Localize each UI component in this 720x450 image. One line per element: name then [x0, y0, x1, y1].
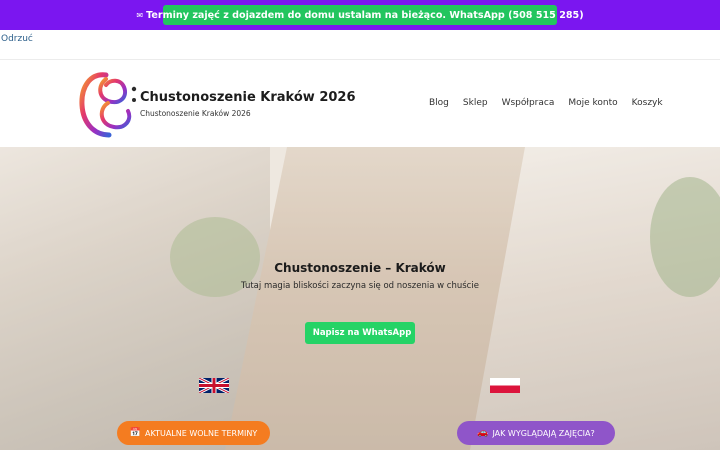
- dismiss-row: Odrzuć: [0, 30, 720, 60]
- notice-pill[interactable]: ✉ Terminy zajęć z dojazdem do domu ustal…: [136, 5, 584, 25]
- uk-flag-icon[interactable]: [199, 378, 229, 393]
- nav-item-shop[interactable]: Sklep: [463, 98, 488, 108]
- nav-item-cart[interactable]: Koszyk: [632, 98, 663, 108]
- hero-section: Chustonoszenie – Kraków Tutaj magia blis…: [0, 147, 720, 450]
- notice-text: Terminy zajęć z dojazdem do domu ustalam…: [146, 9, 584, 21]
- site-tagline: Chustonoszenie Kraków 2026: [140, 109, 251, 118]
- site-header: Chustonoszenie Kraków 2026 Chustonoszeni…: [0, 61, 720, 147]
- site-title[interactable]: Chustonoszenie Kraków 2026: [140, 90, 356, 105]
- car-icon: 🚗: [477, 428, 489, 438]
- notice-bar: ✉ Terminy zajęć z dojazdem do domu ustal…: [0, 0, 720, 30]
- poland-flag-icon[interactable]: [490, 378, 520, 393]
- available-dates-button[interactable]: 📅 AKTUALNE WOLNE TERMINY: [117, 421, 270, 445]
- available-dates-label: AKTUALNE WOLNE TERMINY: [144, 428, 258, 438]
- nav-item-blog[interactable]: Blog: [429, 98, 449, 108]
- hero-overlay: [0, 147, 720, 450]
- how-classes-look-label: JAK WYGLĄDAJĄ ZAJĘCIA?: [492, 428, 595, 438]
- nav-item-cooperation[interactable]: Współpraca: [502, 98, 555, 108]
- nav-item-account[interactable]: Moje konto: [568, 98, 617, 108]
- site-logo[interactable]: [76, 67, 138, 141]
- hero-subtitle: Tutaj magia bliskości zaczyna się od nos…: [241, 281, 479, 291]
- page: ✉ Terminy zajęć z dojazdem do domu ustal…: [0, 0, 720, 450]
- hero-title: Chustonoszenie – Kraków: [274, 261, 446, 275]
- main-nav: Blog Sklep Współpraca Moje konto Koszyk: [429, 98, 663, 108]
- mail-icon: ✉: [136, 10, 144, 20]
- dismiss-link[interactable]: Odrzuć: [1, 34, 33, 44]
- calendar-icon: 📅: [129, 428, 141, 438]
- whatsapp-button[interactable]: Napisz na WhatsApp: [305, 322, 415, 344]
- whatsapp-button-label: Napisz na WhatsApp: [312, 328, 412, 338]
- how-classes-look-button[interactable]: 🚗 JAK WYGLĄDAJĄ ZAJĘCIA?: [457, 421, 615, 445]
